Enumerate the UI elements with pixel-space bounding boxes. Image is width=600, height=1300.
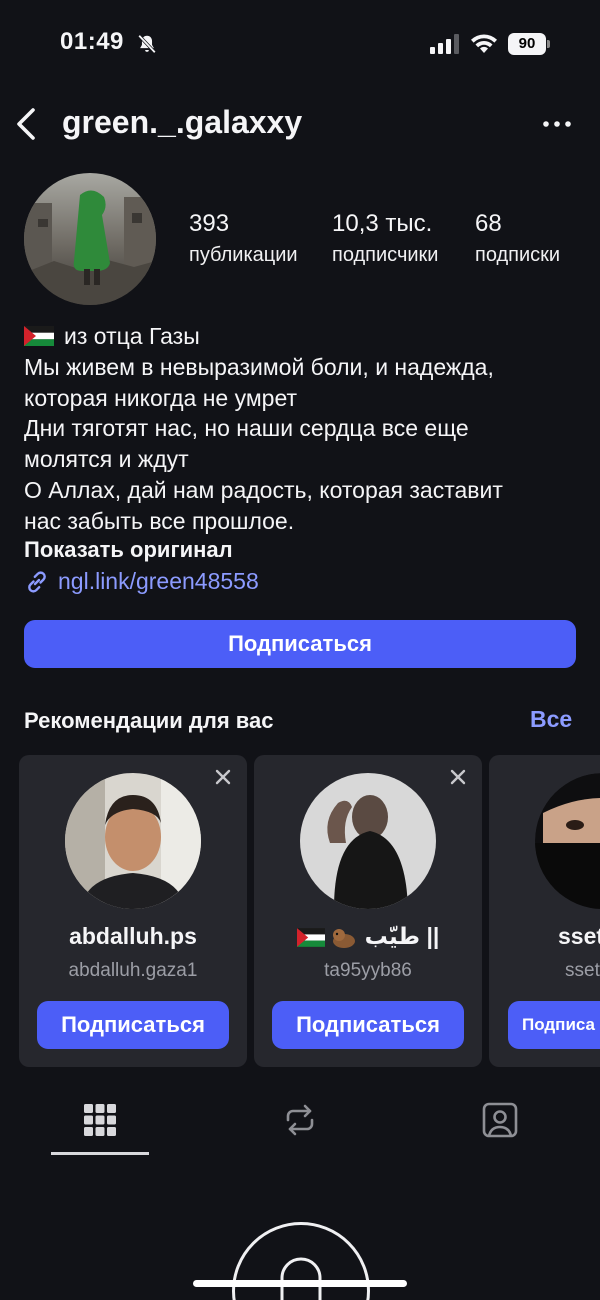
show-original-link[interactable]: Показать оригинал (24, 537, 233, 563)
profile-username: green._.galaxxy (62, 104, 303, 140)
recommendation-card[interactable]: abdalluh.ps abdalluh.gaza1 Подписаться (19, 755, 247, 1067)
more-options-icon[interactable] (540, 110, 574, 138)
recommendation-subtitle: sset (565, 960, 600, 981)
wifi-icon (471, 34, 497, 53)
bell-off-icon (138, 34, 156, 54)
recommendation-card[interactable]: طيّب || ta95yyb86 Подписаться (254, 755, 482, 1067)
link-icon (28, 570, 46, 593)
bio-line: молятся и ждут (24, 446, 189, 473)
recommendation-follow-button[interactable]: Подписа (508, 1001, 600, 1049)
recommendation-avatar[interactable] (535, 773, 600, 909)
bio-line: Дни тяготят нас, но наши сердца все еще (24, 415, 469, 442)
active-tab-indicator (51, 1152, 149, 1155)
recommendation-avatar[interactable] (300, 773, 436, 909)
bio-line: Мы живем в невыразимой боли, и надежда, (24, 353, 494, 380)
palestine-flag-icon (296, 928, 325, 948)
cellular-signal-icon (430, 34, 459, 54)
tagged-tab-icon[interactable] (480, 1100, 520, 1140)
battery-cap (547, 40, 550, 48)
status-bar: 01:49 90 (0, 0, 600, 90)
recommendation-follow-button[interactable]: Подписаться (37, 1001, 229, 1049)
lock-icon (280, 1257, 322, 1300)
bio-line-text: из отца Газы (64, 323, 200, 349)
recommendations-title: Рекомендации для вас (24, 708, 274, 733)
bio-link[interactable]: ngl.link/green48558 (24, 568, 259, 595)
close-icon[interactable] (448, 767, 468, 787)
bio-line: О Аллах, дай нам радость, которая застав… (24, 476, 503, 503)
battery-level: 90 (508, 33, 546, 55)
recommendation-avatar[interactable] (65, 773, 201, 909)
recommendation-name: abdalluh.ps (69, 923, 197, 949)
grid-tab-icon[interactable] (80, 1100, 120, 1140)
close-icon[interactable] (213, 767, 233, 787)
stat-following-value: 68 (475, 210, 502, 237)
status-time: 01:49 (60, 28, 124, 55)
recommendation-name-text: طيّب || (364, 923, 440, 949)
stat-following[interactable]: 68 подписки (475, 210, 560, 267)
see-all-button[interactable]: Все (530, 706, 572, 733)
recommendation-subtitle: abdalluh.gaza1 (68, 960, 198, 981)
stat-posts[interactable]: 393 публикации (189, 210, 298, 267)
recommendation-subtitle: ta95yyb86 (324, 960, 412, 981)
stat-followers-value: 10,3 тыс. (332, 210, 433, 237)
profile-bio: из отца Газы Мы живем в невыразимой боли… (24, 321, 574, 537)
bio-link-text: ngl.link/green48558 (58, 568, 259, 594)
stat-posts-value: 393 (189, 210, 230, 237)
bio-line: из отца Газы (24, 321, 574, 352)
recommendation-follow-button[interactable]: Подписаться (272, 1001, 464, 1049)
back-button[interactable] (10, 104, 46, 144)
home-indicator (193, 1280, 407, 1287)
recommendation-name: sset (558, 923, 600, 949)
stat-followers[interactable]: 10,3 тыс. подписчики (332, 210, 438, 267)
otter-emoji-icon (332, 928, 355, 948)
profile-avatar[interactable] (24, 173, 156, 305)
recommendation-card[interactable]: sset sset Подписа (489, 755, 600, 1067)
stat-following-label: подписки (475, 244, 561, 266)
stat-followers-label: подписчики (332, 244, 439, 266)
stat-posts-label: публикации (189, 244, 298, 266)
recommendation-name: طيّب || (254, 923, 482, 950)
reposts-tab-icon[interactable] (280, 1100, 320, 1140)
bio-line: нас забыть все прошлое. (24, 507, 295, 534)
follow-button[interactable]: Подписаться (24, 620, 576, 668)
battery-indicator: 90 (508, 33, 550, 55)
palestine-flag-icon (24, 325, 54, 346)
bio-line: которая никогда не умрет (24, 384, 298, 411)
